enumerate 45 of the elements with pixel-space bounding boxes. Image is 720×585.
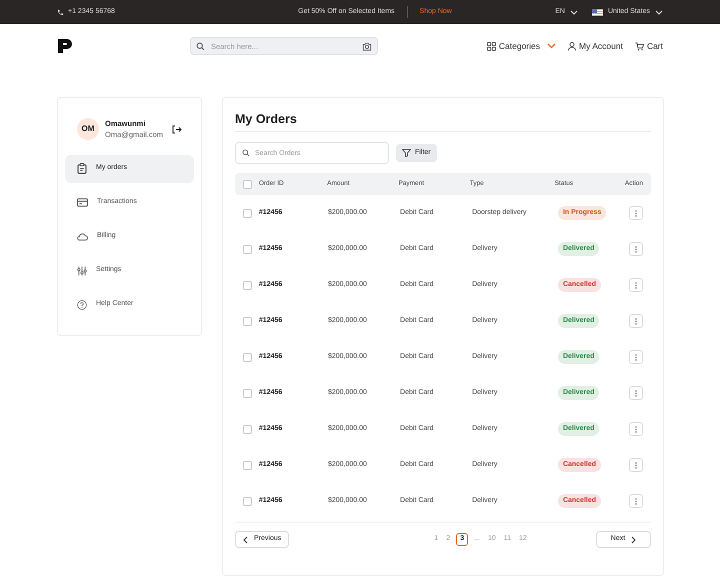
chevron-down-icon: [547, 43, 556, 49]
chevron-right-icon: [631, 536, 636, 544]
checkbox[interactable]: [243, 460, 252, 470]
account-link[interactable]: My Account: [568, 40, 623, 52]
search-icon: [196, 42, 205, 50]
clipboard-icon: [77, 163, 87, 174]
checkbox[interactable]: [243, 388, 252, 398]
more-button[interactable]: [629, 278, 643, 292]
checkbox[interactable]: [243, 180, 252, 188]
page-title: My Orders: [235, 111, 297, 128]
user-icon: [568, 42, 576, 50]
search-icon: [242, 149, 250, 157]
more-button[interactable]: [629, 458, 643, 472]
checkbox[interactable]: [243, 280, 252, 290]
help-icon: [77, 300, 87, 310]
chevron-down-icon: [570, 10, 578, 14]
card-icon: [77, 198, 88, 207]
grid-icon: [486, 42, 496, 50]
checkbox[interactable]: [243, 352, 252, 362]
logout-icon[interactable]: [172, 124, 182, 134]
more-button[interactable]: [629, 314, 643, 328]
phone-icon: [57, 8, 64, 16]
checkbox[interactable]: [243, 424, 252, 434]
more-button[interactable]: [629, 494, 643, 508]
cart-icon: [634, 42, 644, 50]
chevron-left-icon: [243, 536, 248, 544]
more-button[interactable]: [629, 350, 643, 364]
flag-icon: [592, 8, 603, 16]
camera-icon: [362, 42, 372, 50]
cloud-icon: [77, 232, 88, 240]
filter-icon: [402, 149, 411, 157]
chevron-down-icon: [655, 10, 663, 14]
avatar: OM: [77, 118, 99, 140]
more-button[interactable]: [629, 422, 643, 436]
categories-menu[interactable]: Categories: [486, 40, 556, 52]
checkbox[interactable]: [243, 208, 252, 218]
more-button[interactable]: [629, 386, 643, 400]
more-button[interactable]: [629, 206, 643, 220]
checkbox[interactable]: [243, 316, 252, 326]
checkbox[interactable]: [243, 496, 252, 506]
more-button[interactable]: [629, 242, 643, 256]
checkbox[interactable]: [243, 244, 252, 254]
sliders-icon: [77, 266, 87, 276]
logo-icon: [57, 38, 73, 54]
cart-link[interactable]: Cart: [634, 40, 663, 52]
